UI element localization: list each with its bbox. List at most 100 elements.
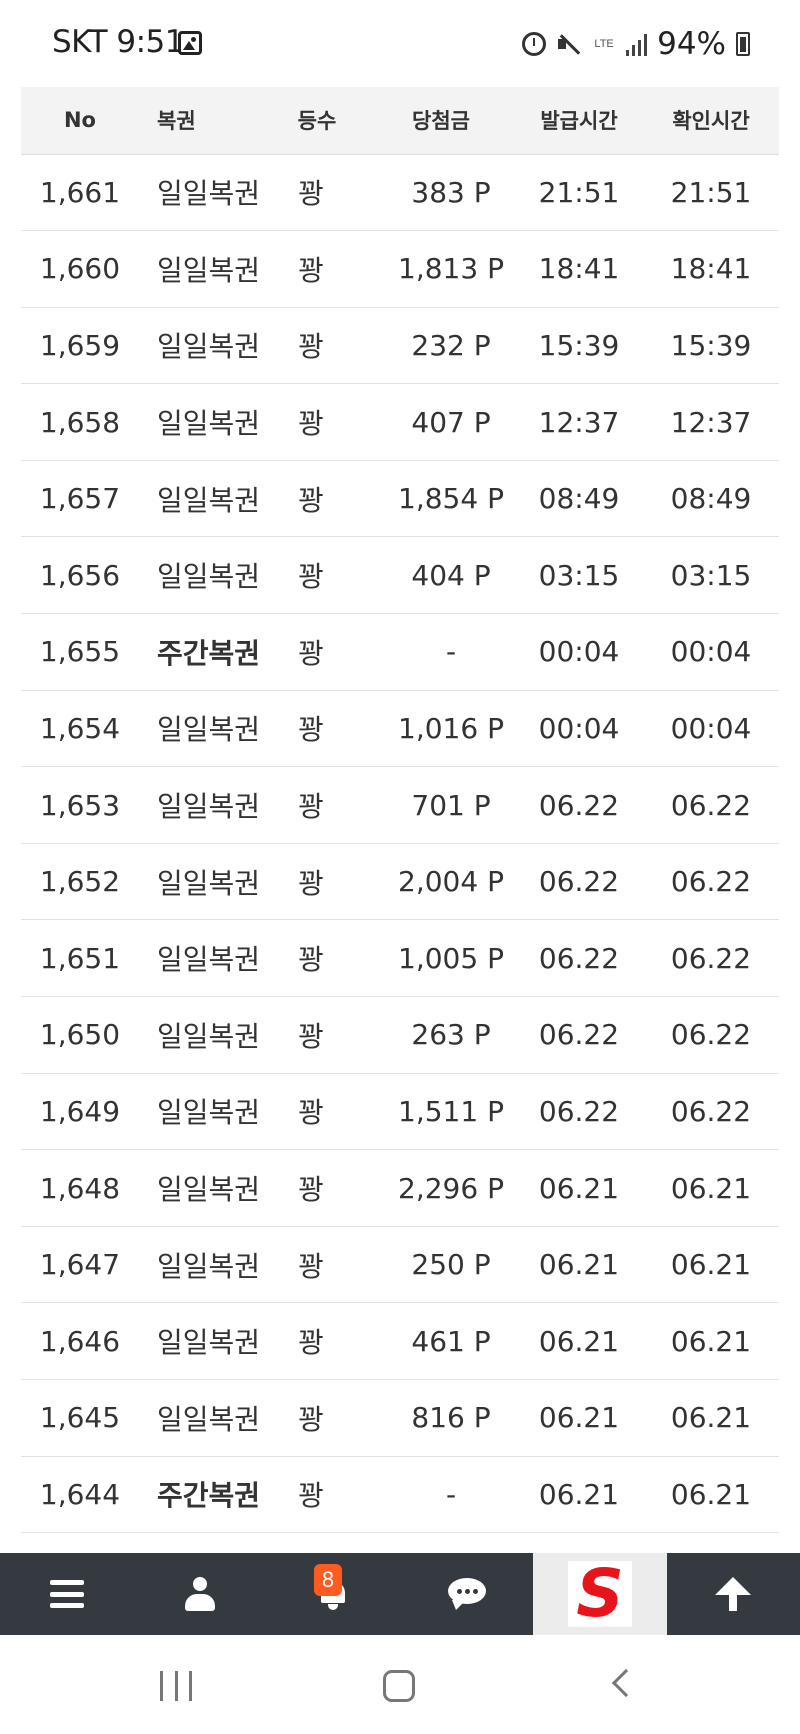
- cell-issued-time: 06.21: [515, 1456, 643, 1534]
- table-row: 1,645 일일복권 꽝 816 P 06.21 06.21: [21, 1379, 779, 1457]
- table-row: 1,659 일일복권 꽝 232 P 15:39 15:39: [21, 307, 779, 385]
- cell-rank: 꽝: [267, 536, 367, 615]
- cell-checked-time: 03:15: [643, 536, 779, 615]
- cell-lottery: 일일복권: [139, 919, 267, 998]
- cell-rank: 꽝: [267, 1456, 367, 1534]
- cell-lottery: 일일복권: [139, 536, 267, 615]
- cell-no: 1,653: [21, 766, 139, 844]
- cell-checked-time: 00:04: [643, 690, 779, 768]
- cell-checked-time: 21:51: [643, 154, 779, 232]
- header-no: No: [21, 87, 139, 155]
- cell-issued-time: 06.21: [515, 1149, 643, 1227]
- lottery-history-table: No 복권 등수 당첨금 발급시간 확인시간 1,661 일일복권 꽝 383 P 21…: [21, 87, 779, 1534]
- cell-issued-time: 15:39: [515, 307, 643, 385]
- site-logo-button[interactable]: S: [533, 1553, 667, 1635]
- cell-no: 1,659: [21, 307, 139, 385]
- chat-icon: [447, 1578, 486, 1610]
- cell-checked-time: 06.22: [643, 843, 779, 921]
- cell-rank: 꽝: [267, 919, 367, 998]
- cell-rank: 꽝: [267, 1073, 367, 1151]
- cell-prize: -: [367, 1456, 515, 1534]
- cell-no: 1,655: [21, 613, 139, 691]
- home-icon[interactable]: [383, 1670, 415, 1702]
- cell-issued-time: 00:04: [515, 690, 643, 768]
- cell-lottery: 일일복권: [139, 766, 267, 844]
- cell-lottery: 주간복권: [139, 613, 267, 691]
- table-row: 1,651 일일복권 꽝 1,005 P 06.22 06.22: [21, 919, 779, 998]
- status-icons: LTE 94%: [522, 24, 750, 64]
- cell-prize: 250 P: [367, 1226, 515, 1304]
- cell-no: 1,652: [21, 843, 139, 921]
- cell-no: 1,646: [21, 1302, 139, 1380]
- cell-no: 1,647: [21, 1226, 139, 1304]
- table-row: 1,658 일일복권 꽝 407 P 12:37 12:37: [21, 383, 779, 461]
- cell-lottery: 일일복권: [139, 996, 267, 1074]
- user-icon: [184, 1577, 215, 1611]
- back-icon[interactable]: [611, 1668, 641, 1698]
- cell-issued-time: 06.22: [515, 996, 643, 1074]
- cell-prize: 383 P: [367, 154, 515, 232]
- header-issued-time: 발급시간: [515, 87, 643, 155]
- cell-rank: 꽝: [267, 1302, 367, 1380]
- menu-button[interactable]: [0, 1553, 133, 1635]
- cell-prize: 1,005 P: [367, 919, 515, 998]
- cell-checked-time: 06.22: [643, 996, 779, 1074]
- table-row: 1,657 일일복권 꽝 1,854 P 08:49 08:49: [21, 460, 779, 538]
- cell-prize: 1,854 P: [367, 460, 515, 538]
- cell-checked-time: 18:41: [643, 230, 779, 308]
- cell-prize: 816 P: [367, 1379, 515, 1457]
- notification-badge: 8: [314, 1564, 342, 1596]
- cell-lottery: 일일복권: [139, 1149, 267, 1227]
- cell-issued-time: 06.22: [515, 919, 643, 998]
- recent-apps-icon[interactable]: [160, 1671, 192, 1701]
- chat-button[interactable]: [400, 1553, 533, 1635]
- menu-icon: [49, 1580, 84, 1608]
- cell-issued-time: 18:41: [515, 230, 643, 308]
- cell-lottery: 일일복권: [139, 1226, 267, 1304]
- header-rank: 등수: [267, 87, 367, 155]
- cell-rank: 꽝: [267, 307, 367, 385]
- cell-issued-time: 06.21: [515, 1379, 643, 1457]
- profile-button[interactable]: [133, 1553, 266, 1635]
- cell-checked-time: 06.22: [643, 919, 779, 998]
- cell-lottery: 일일복권: [139, 383, 267, 461]
- cell-issued-time: 08:49: [515, 460, 643, 538]
- cell-issued-time: 03:15: [515, 536, 643, 615]
- cell-rank: 꽝: [267, 996, 367, 1074]
- cell-prize: 407 P: [367, 383, 515, 461]
- cell-rank: 꽝: [267, 460, 367, 538]
- alarm-icon: [522, 32, 547, 56]
- cell-prize: 232 P: [367, 307, 515, 385]
- cell-lottery: 일일복권: [139, 1073, 267, 1151]
- table-row: 1,644 주간복권 꽝 -06.21 06.21: [21, 1456, 779, 1534]
- cell-prize: 2,004 P: [367, 843, 515, 921]
- table-row: 1,653 일일복권 꽝 701 P 06.22 06.22: [21, 766, 779, 844]
- cell-rank: 꽝: [267, 843, 367, 921]
- cell-no: 1,644: [21, 1456, 139, 1534]
- cell-lottery: 일일복권: [139, 843, 267, 921]
- cell-issued-time: 06.22: [515, 766, 643, 844]
- cell-no: 1,650: [21, 996, 139, 1074]
- cell-issued-time: 21:51: [515, 154, 643, 232]
- cell-lottery: 일일복권: [139, 1379, 267, 1457]
- cell-prize: 1,511 P: [367, 1073, 515, 1151]
- cell-lottery: 주간복권: [139, 1456, 267, 1534]
- header-prize: 당첨금: [367, 87, 515, 155]
- lte-icon: LTE: [594, 37, 614, 50]
- gallery-notification-icon: [178, 31, 202, 55]
- battery-icon: [736, 32, 750, 56]
- cell-rank: 꽝: [267, 1379, 367, 1457]
- cell-prize: -: [367, 613, 515, 691]
- cell-no: 1,658: [21, 383, 139, 461]
- cell-no: 1,654: [21, 690, 139, 768]
- cell-no: 1,657: [21, 460, 139, 538]
- cell-rank: 꽝: [267, 690, 367, 768]
- table-row: 1,652 일일복권 꽝 2,004 P 06.22 06.22: [21, 843, 779, 921]
- table-row: 1,661 일일복권 꽝 383 P 21:51 21:51: [21, 154, 779, 232]
- cell-checked-time: 06.22: [643, 766, 779, 844]
- cell-no: 1,651: [21, 919, 139, 998]
- scroll-top-button[interactable]: [667, 1553, 800, 1635]
- carrier-time: SKT 9:51: [52, 24, 185, 60]
- header-lottery: 복권: [139, 87, 267, 155]
- cell-prize: 461 P: [367, 1302, 515, 1380]
